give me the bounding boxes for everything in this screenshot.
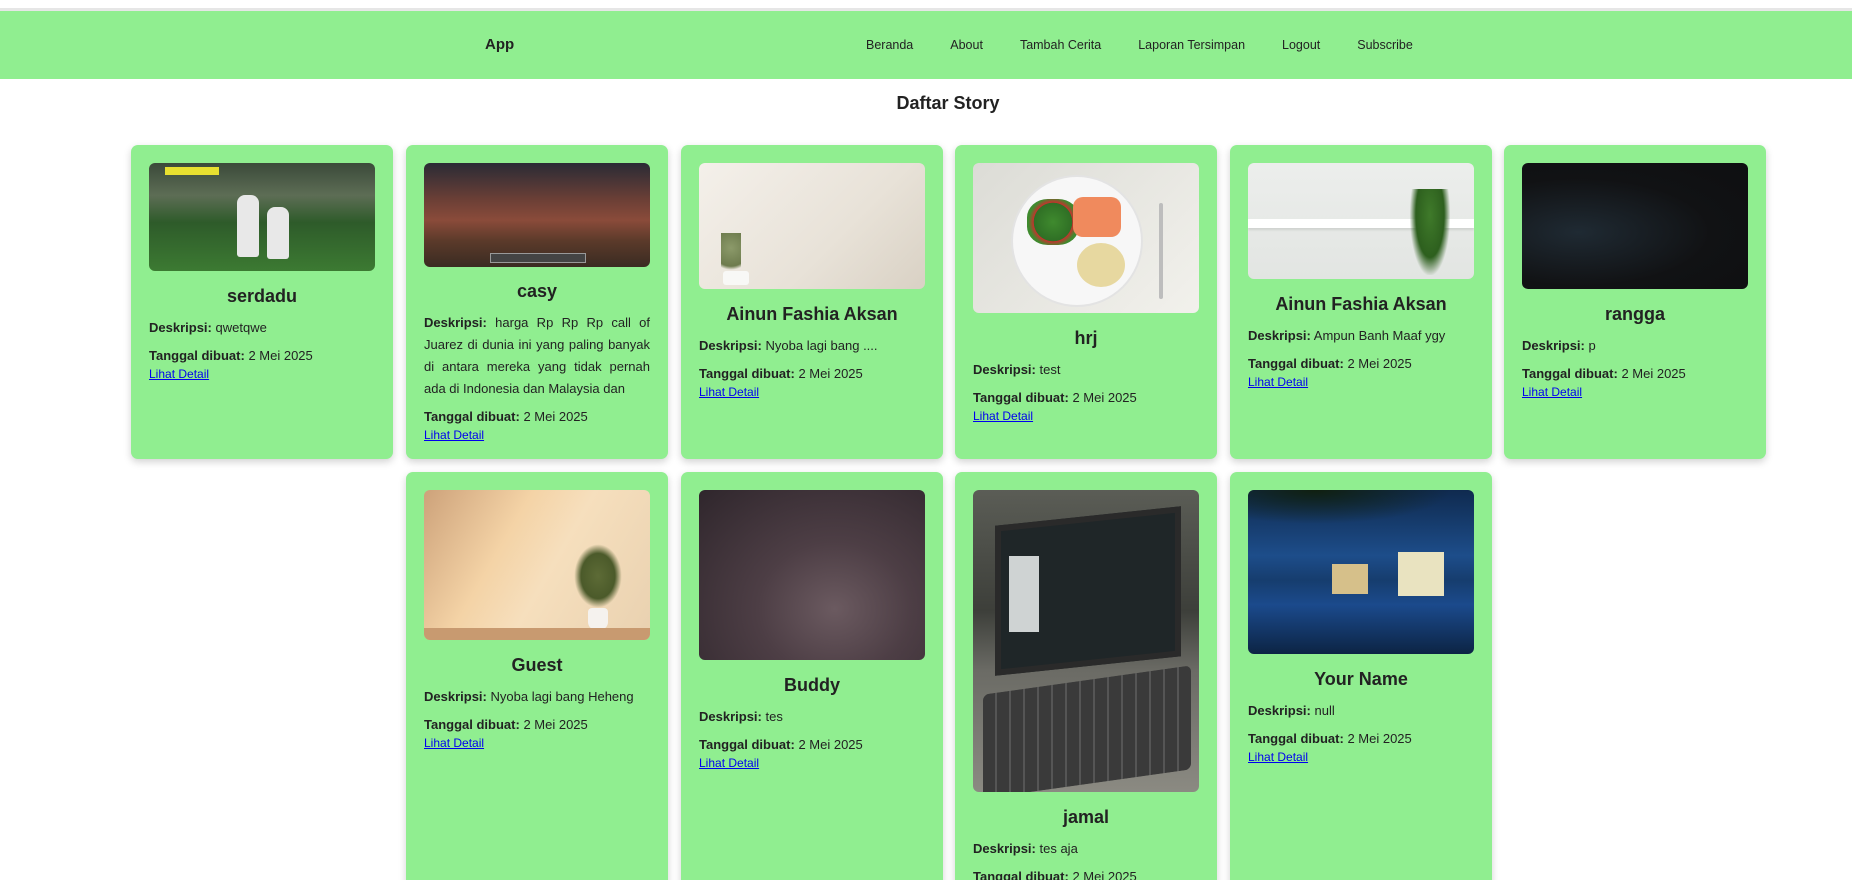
story-card: Ainun Fashia Aksan Deskripsi: Ampun Banh…	[1230, 145, 1492, 459]
nav-link-beranda[interactable]: Beranda	[866, 38, 913, 52]
detail-link[interactable]: Lihat Detail	[973, 408, 1033, 424]
story-name: serdadu	[226, 286, 298, 306]
detail-link[interactable]: Lihat Detail	[699, 755, 759, 771]
navbar: App Beranda About Tambah Cerita Laporan …	[0, 11, 1852, 79]
detail-link[interactable]: Lihat Detail	[1522, 384, 1582, 400]
nav-links: Beranda About Tambah Cerita Laporan Ters…	[866, 38, 1450, 52]
story-description: Deskripsi: null	[1248, 703, 1335, 718]
story-card: Buddy Deskripsi: tes Tanggal dibuat: 2 M…	[681, 472, 943, 880]
story-name: Ainun Fashia Aksan	[1275, 294, 1447, 314]
story-date: Tanggal dibuat: 2 Mei 2025	[973, 869, 1137, 880]
story-image	[973, 490, 1199, 792]
story-name: Buddy	[784, 675, 840, 695]
story-image	[699, 163, 925, 289]
story-description: Deskripsi: Nyoba lagi bang ....	[699, 338, 878, 353]
detail-link[interactable]: Lihat Detail	[1248, 374, 1308, 390]
nav-link-tambah-cerita[interactable]: Tambah Cerita	[1020, 38, 1101, 52]
detail-link[interactable]: Lihat Detail	[699, 384, 759, 400]
story-card: Guest Deskripsi: Nyoba lagi bang Heheng …	[406, 472, 668, 880]
story-card: casy Deskripsi: harga Rp Rp Rp call of J…	[406, 145, 668, 459]
story-image	[1248, 490, 1474, 654]
story-image	[149, 163, 375, 271]
story-description: Deskripsi: tes aja	[973, 841, 1078, 856]
story-image	[699, 490, 925, 660]
story-description: Deskripsi: Ampun Banh Maaf ygy	[1248, 328, 1446, 343]
story-name: hrj	[1074, 328, 1098, 348]
story-name: jamal	[1062, 807, 1110, 827]
nav-link-subscribe[interactable]: Subscribe	[1357, 38, 1413, 52]
detail-link[interactable]: Lihat Detail	[149, 366, 209, 382]
story-date: Tanggal dibuat: 2 Mei 2025	[699, 737, 863, 752]
story-image	[424, 490, 650, 640]
story-description: Deskripsi: harga Rp Rp Rp call of Juarez…	[424, 315, 650, 396]
detail-link[interactable]: Lihat Detail	[424, 735, 484, 751]
story-date: Tanggal dibuat: 2 Mei 2025	[1248, 356, 1412, 371]
story-description: Deskripsi: Nyoba lagi bang Heheng	[424, 689, 634, 704]
story-description: Deskripsi: p	[1522, 338, 1596, 353]
story-name: casy	[516, 281, 558, 301]
story-image	[1522, 163, 1748, 289]
story-description: Deskripsi: qwetqwe	[149, 320, 267, 335]
nav-link-laporan-tersimpan[interactable]: Laporan Tersimpan	[1138, 38, 1245, 52]
story-date: Tanggal dibuat: 2 Mei 2025	[424, 409, 588, 424]
story-card: jamal Deskripsi: tes aja Tanggal dibuat:…	[955, 472, 1217, 880]
brand-logo[interactable]: App	[485, 36, 514, 53]
story-description: Deskripsi: test	[973, 362, 1061, 377]
story-date: Tanggal dibuat: 2 Mei 2025	[973, 390, 1137, 405]
story-date: Tanggal dibuat: 2 Mei 2025	[699, 366, 863, 381]
story-date: Tanggal dibuat: 2 Mei 2025	[1522, 366, 1686, 381]
story-card: Your Name Deskripsi: null Tanggal dibuat…	[1230, 472, 1492, 880]
story-description: Deskripsi: tes	[699, 709, 783, 724]
story-date: Tanggal dibuat: 2 Mei 2025	[1248, 731, 1412, 746]
story-image	[424, 163, 650, 267]
story-image	[973, 163, 1199, 313]
detail-link[interactable]: Lihat Detail	[424, 427, 484, 443]
nav-link-logout[interactable]: Logout	[1282, 38, 1320, 52]
story-name: Ainun Fashia Aksan	[726, 304, 898, 324]
story-card: hrj Deskripsi: test Tanggal dibuat: 2 Me…	[955, 145, 1217, 459]
story-name: Your Name	[1314, 669, 1408, 689]
story-name: Guest	[511, 655, 563, 675]
story-date: Tanggal dibuat: 2 Mei 2025	[149, 348, 313, 363]
story-card: rangga Deskripsi: p Tanggal dibuat: 2 Me…	[1504, 145, 1766, 459]
story-card: Ainun Fashia Aksan Deskripsi: Nyoba lagi…	[681, 145, 943, 459]
detail-link[interactable]: Lihat Detail	[1248, 749, 1308, 765]
story-date: Tanggal dibuat: 2 Mei 2025	[424, 717, 588, 732]
story-image	[1248, 163, 1474, 279]
story-name: rangga	[1604, 304, 1665, 324]
nav-link-about[interactable]: About	[950, 38, 983, 52]
page-title: Daftar Story	[896, 93, 1000, 113]
story-card: serdadu Deskripsi: qwetqwe Tanggal dibua…	[131, 145, 393, 459]
